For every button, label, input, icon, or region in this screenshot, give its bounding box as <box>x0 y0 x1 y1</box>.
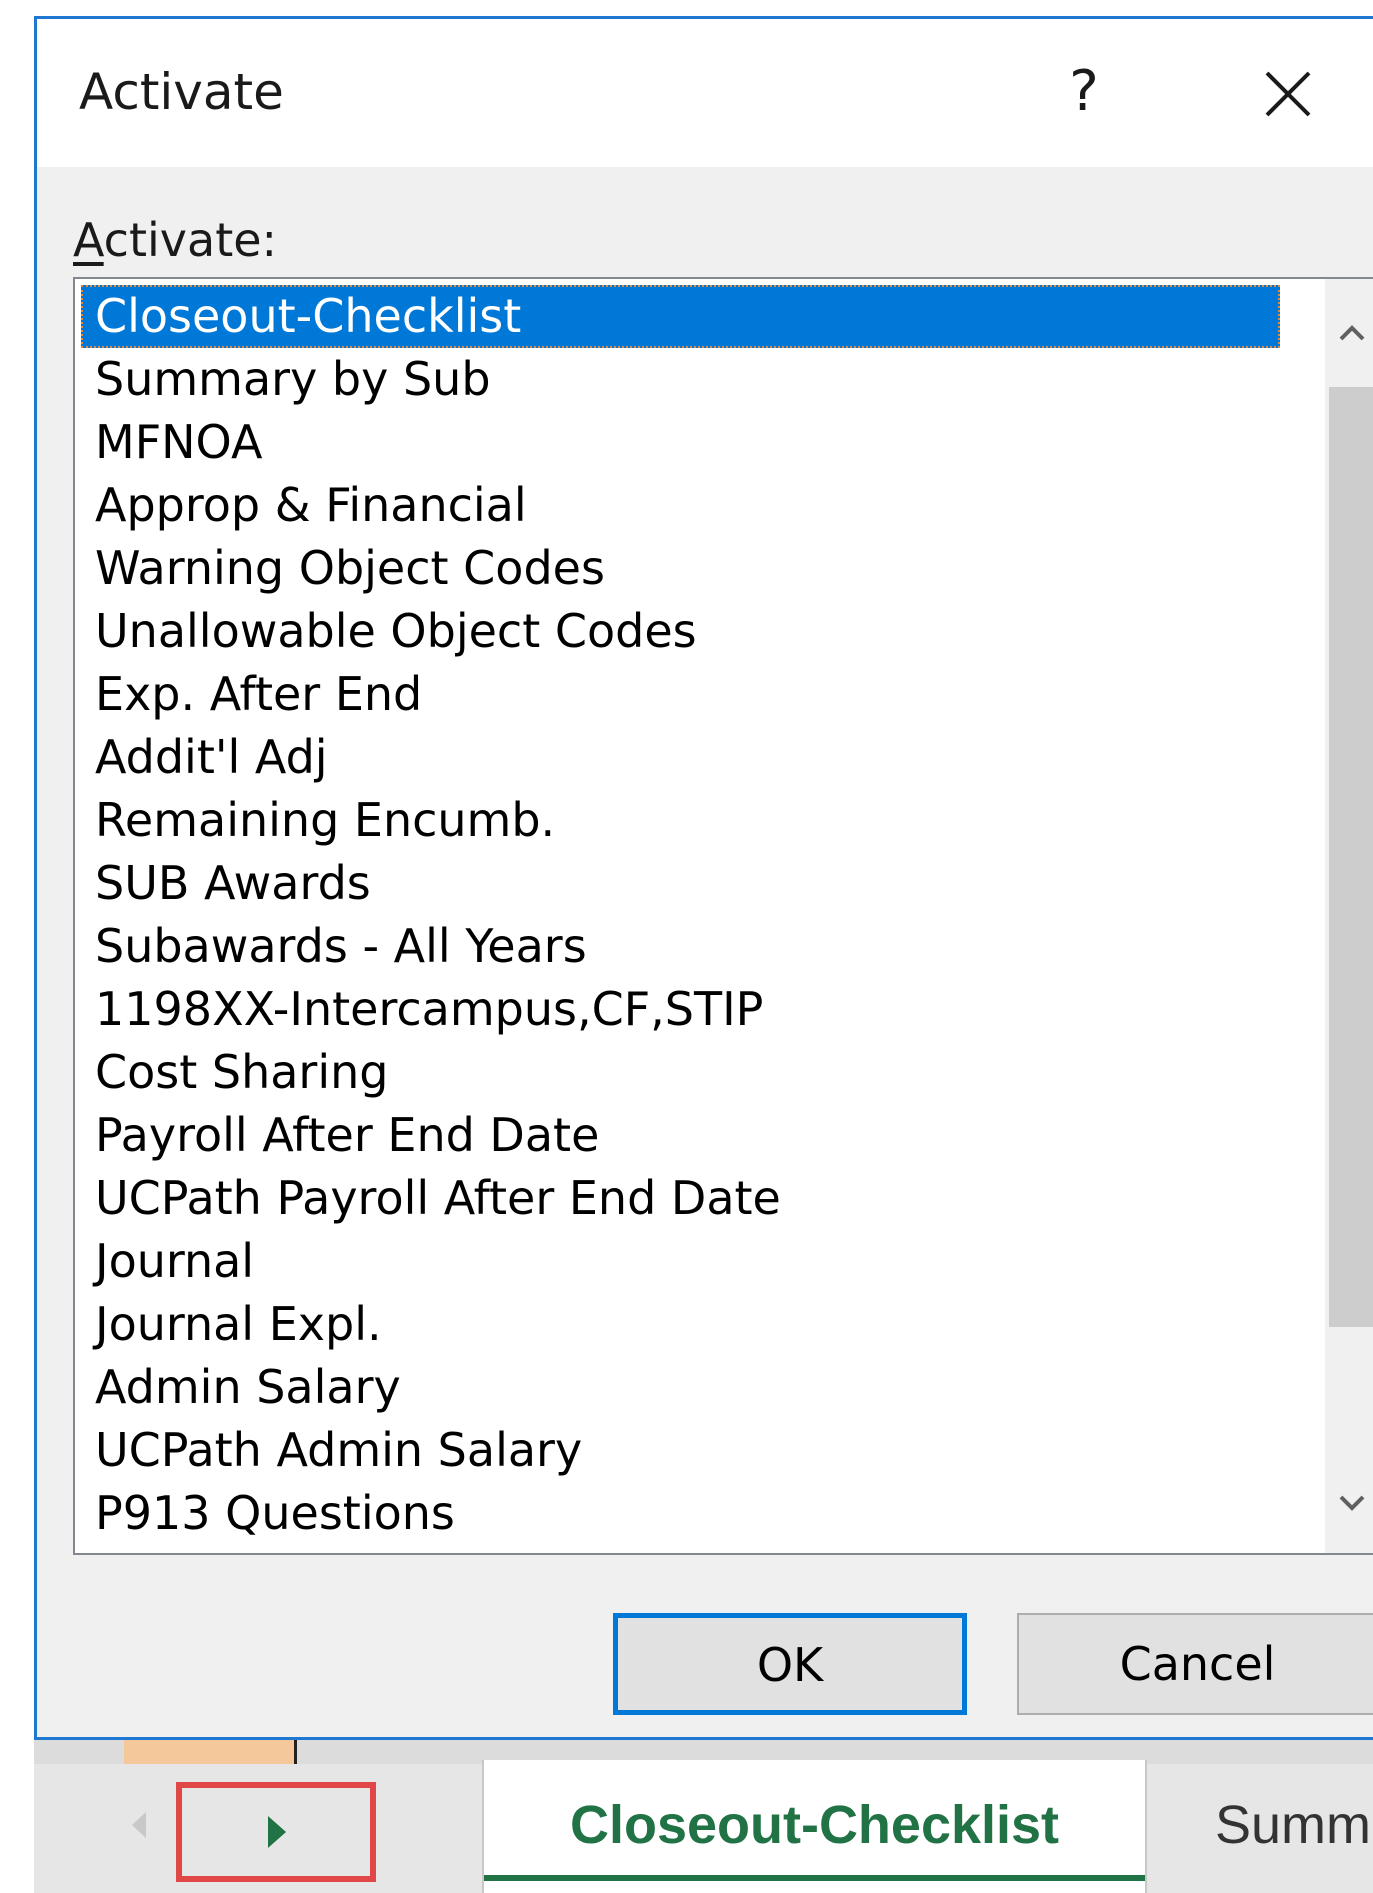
scroll-up-button[interactable] <box>1325 299 1373 369</box>
list-item[interactable]: Cost Sharing <box>81 1041 1280 1104</box>
close-icon <box>1265 71 1311 117</box>
chevron-up-icon <box>1339 325 1365 341</box>
list-item[interactable]: Exp. After End <box>81 663 1280 726</box>
label-access-key: A <box>73 213 104 267</box>
grid-cell <box>124 1740 297 1764</box>
sheet-nav-next-button[interactable] <box>176 1782 376 1882</box>
sheet-tab-label: Closeout-Checklist <box>569 1795 1060 1855</box>
dialog-titlebar: Activate ? <box>37 19 1373 167</box>
list-item[interactable]: 1198XX-Intercampus,CF,STIP <box>81 978 1280 1041</box>
sheet-tab[interactable]: Summ <box>1215 1794 1371 1856</box>
close-button[interactable] <box>1253 59 1323 129</box>
list-item[interactable]: Journal Expl. <box>81 1293 1280 1356</box>
list-item[interactable]: UCPath Admin Salary <box>81 1419 1280 1482</box>
list-item[interactable]: Journal <box>81 1230 1280 1293</box>
scroll-thumb[interactable] <box>1329 387 1373 1327</box>
label-text: ctivate: <box>103 213 278 267</box>
list-item[interactable]: Remaining Encumb. <box>81 789 1280 852</box>
triangle-right-icon <box>268 1816 286 1848</box>
list-item[interactable]: Warning Object Codes <box>81 537 1280 600</box>
dialog-title: Activate <box>79 63 284 121</box>
sheet-tab-active[interactable]: Closeout-Checklist <box>482 1760 1147 1893</box>
list-item[interactable]: Unallowable Object Codes <box>81 600 1280 663</box>
help-button[interactable]: ? <box>1054 59 1114 125</box>
sheet-nav-prev-button[interactable] <box>118 1800 158 1850</box>
list-item[interactable]: Summary by Sub <box>81 348 1280 411</box>
list-item[interactable]: Addit'l Adj <box>81 726 1280 789</box>
list-item[interactable]: Payroll After End Date <box>81 1104 1280 1167</box>
list-item[interactable]: Approp & Financial <box>81 474 1280 537</box>
chevron-down-icon <box>1339 1495 1365 1511</box>
active-tab-underline <box>484 1875 1145 1881</box>
triangle-left-icon <box>132 1812 146 1838</box>
list-item[interactable]: MFNOA <box>81 411 1280 474</box>
list-item[interactable]: SUB Awards <box>81 852 1280 915</box>
list-item[interactable]: UCPath Payroll After End Date <box>81 1167 1280 1230</box>
list-item[interactable]: Admin Salary <box>81 1356 1280 1419</box>
scroll-down-button[interactable] <box>1325 1467 1373 1537</box>
sheet-listbox[interactable]: Closeout-Checklist Summary by Sub MFNOA App… <box>73 277 1373 1555</box>
vertical-scrollbar[interactable] <box>1325 279 1373 1553</box>
cancel-button[interactable]: Cancel <box>1017 1613 1373 1715</box>
list-item[interactable]: Subawards - All Years <box>81 915 1280 978</box>
list-item[interactable]: P913 Questions <box>81 1482 1280 1545</box>
list-item[interactable]: Closeout-Checklist <box>81 285 1280 348</box>
ok-button[interactable]: OK <box>613 1613 967 1715</box>
activate-dialog: Activate ? Activate: Closeout-Checklist S… <box>34 16 1373 1740</box>
activate-list-label: Activate: <box>73 217 277 263</box>
sheet-list: Closeout-Checklist Summary by Sub MFNOA App… <box>81 285 1280 1545</box>
